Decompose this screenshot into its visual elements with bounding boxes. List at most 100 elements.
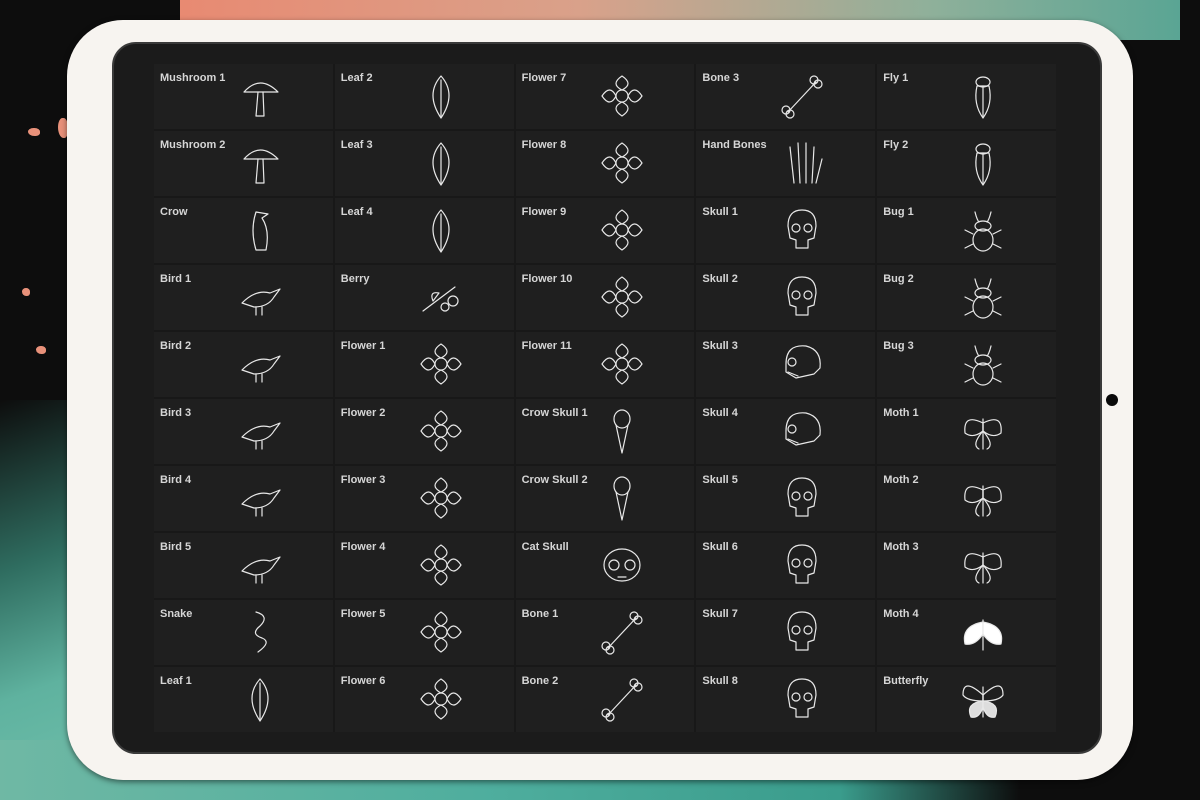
brush-label: Bird 3	[160, 407, 192, 419]
brush-tile[interactable]: Skull 3	[696, 332, 876, 397]
brush-tile[interactable]: Flower 11	[515, 332, 695, 397]
brush-tile[interactable]: Flower 5	[334, 600, 514, 665]
cicada-icon	[955, 68, 1011, 124]
brush-label: Leaf 1	[160, 675, 192, 687]
brush-tile[interactable]: Bird 1	[154, 265, 333, 330]
brush-tile[interactable]: Flower 2	[334, 399, 514, 464]
brush-tile[interactable]: Skull 8	[696, 667, 876, 732]
beetle-icon	[955, 269, 1011, 325]
leaf-icon	[232, 671, 288, 727]
brush-tile[interactable]: Flower 1	[334, 332, 514, 397]
brush-tile[interactable]: Fly 1	[877, 64, 1056, 129]
beetle-icon	[955, 336, 1011, 392]
brush-tile[interactable]: Butterfly	[877, 667, 1056, 732]
skull-side-icon	[774, 403, 830, 459]
brush-label: Flower 8	[521, 139, 567, 151]
brush-tile[interactable]: Bone 3	[696, 64, 876, 129]
brush-tile[interactable]: Bug 3	[877, 332, 1056, 397]
brush-label: Bird 4	[160, 474, 192, 486]
brush-label: Flower 9	[521, 206, 567, 218]
brush-label: Fly 2	[883, 139, 909, 151]
brush-tile[interactable]: Flower 10	[515, 265, 695, 330]
brush-tile[interactable]: Leaf 4	[334, 198, 514, 263]
bone-icon	[774, 68, 830, 124]
brush-label: Bone 2	[521, 675, 559, 687]
leaf-icon	[413, 68, 469, 124]
brush-label: Skull 8	[702, 675, 738, 687]
brush-label: Flower 3	[340, 474, 386, 486]
brush-tile[interactable]: Bird 4	[154, 466, 333, 531]
skull-icon	[774, 671, 830, 727]
brush-tile[interactable]: Flower 3	[334, 466, 514, 531]
brush-tile[interactable]: Bird 2	[154, 332, 333, 397]
brush-tile[interactable]: Crow Skull 1	[515, 399, 695, 464]
flower-icon	[413, 403, 469, 459]
brush-tile[interactable]: Flower 9	[515, 198, 695, 263]
flower-icon	[594, 202, 650, 258]
brush-tile[interactable]: Skull 1	[696, 198, 876, 263]
brush-tile[interactable]: Crow Skull 2	[515, 466, 695, 531]
brush-tile[interactable]: Leaf 1	[154, 667, 333, 732]
brush-tile[interactable]: Snake	[154, 600, 333, 665]
skull-icon	[774, 604, 830, 660]
brush-tile[interactable]: Crow	[154, 198, 333, 263]
brush-label: Bug 1	[883, 206, 914, 218]
brush-tile[interactable]: Bug 2	[877, 265, 1056, 330]
brush-label: Leaf 2	[340, 72, 373, 84]
brush-tile[interactable]: Flower 4	[334, 533, 514, 598]
skull-side-icon	[774, 336, 830, 392]
brush-label: Bird 5	[160, 541, 192, 553]
brush-label: Bird 1	[160, 273, 192, 285]
brush-tile[interactable]: Moth 1	[877, 399, 1056, 464]
brush-label: Moth 2	[883, 474, 919, 486]
brush-tile[interactable]: Moth 3	[877, 533, 1056, 598]
brush-tile[interactable]: Fly 2	[877, 131, 1056, 196]
brush-tile[interactable]: Mushroom 1	[154, 64, 333, 129]
brush-tile[interactable]: Bug 1	[877, 198, 1056, 263]
brush-label: Leaf 3	[340, 139, 373, 151]
paint-splat	[22, 288, 30, 296]
brush-tile[interactable]: Bird 3	[154, 399, 333, 464]
bird-icon	[232, 336, 288, 392]
flower-icon	[413, 671, 469, 727]
brush-tile[interactable]: Skull 7	[696, 600, 876, 665]
brush-label: Bone 1	[521, 608, 559, 620]
brush-label: Berry	[340, 273, 370, 285]
flower-icon	[594, 135, 650, 191]
brush-label: Flower 1	[340, 340, 386, 352]
brush-tile[interactable]: Leaf 3	[334, 131, 514, 196]
brush-tile[interactable]: Skull 2	[696, 265, 876, 330]
brush-tile[interactable]: Moth 2	[877, 466, 1056, 531]
brush-tile[interactable]: Skull 6	[696, 533, 876, 598]
flower-icon	[594, 336, 650, 392]
brush-tile[interactable]: Flower 6	[334, 667, 514, 732]
brush-tile[interactable]: Flower 7	[515, 64, 695, 129]
brush-tile[interactable]: Bone 1	[515, 600, 695, 665]
flower-icon	[413, 604, 469, 660]
brush-label: Flower 6	[340, 675, 386, 687]
brush-label: Hand Bones	[702, 139, 767, 151]
brush-tile[interactable]: Mushroom 2	[154, 131, 333, 196]
flower-icon	[413, 537, 469, 593]
brush-tile[interactable]: Skull 4	[696, 399, 876, 464]
brush-tile[interactable]: Flower 8	[515, 131, 695, 196]
brush-tile[interactable]: Skull 5	[696, 466, 876, 531]
brush-label: Moth 1	[883, 407, 919, 419]
brush-label: Bug 3	[883, 340, 914, 352]
brush-tile[interactable]: Bone 2	[515, 667, 695, 732]
brush-tile[interactable]: Berry	[334, 265, 514, 330]
brush-label: Snake	[160, 608, 193, 620]
brush-tile[interactable]: Hand Bones	[696, 131, 876, 196]
brush-label: Flower 7	[521, 72, 567, 84]
brush-label: Skull 7	[702, 608, 738, 620]
brush-tile[interactable]: Moth 4	[877, 600, 1056, 665]
brush-library-grid: Mushroom 1 Leaf 2 Flower 7 Bone 3 Fly 1 Mushr…	[154, 64, 1056, 732]
brush-tile[interactable]: Leaf 2	[334, 64, 514, 129]
hand-bones-icon	[774, 135, 830, 191]
brush-tile[interactable]: Bird 5	[154, 533, 333, 598]
brush-label: Mushroom 2	[160, 139, 226, 151]
brush-label: Flower 2	[340, 407, 386, 419]
brush-tile[interactable]: Cat Skull	[515, 533, 695, 598]
butterfly-icon	[955, 671, 1011, 727]
bone-icon	[594, 604, 650, 660]
